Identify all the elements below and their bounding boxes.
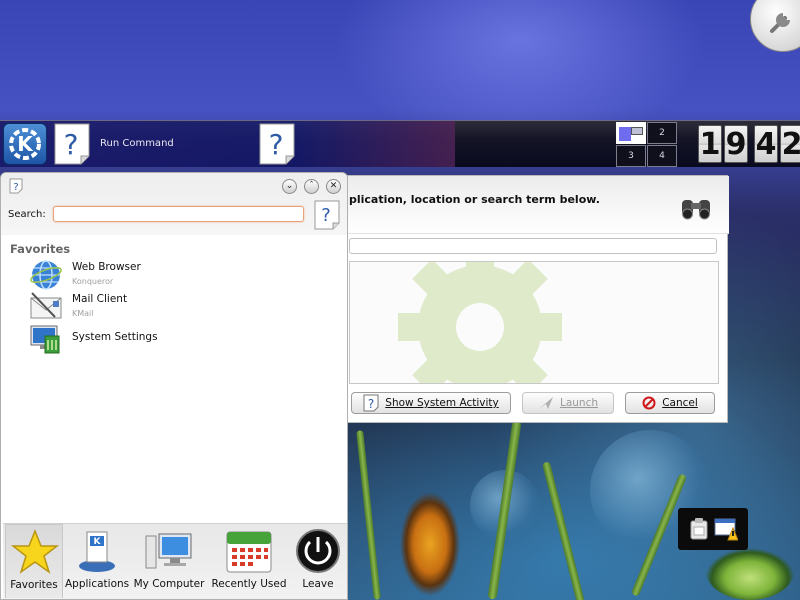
wallpaper-stem [356,430,381,600]
calendar-icon [226,531,272,573]
power-icon [296,529,340,573]
tab-label: Recently Used [211,578,287,590]
favorite-name: Web Browser [72,261,141,273]
favorite-subtitle: KMail [72,309,94,318]
svg-text:?: ? [64,128,79,161]
taskbar-panel: K ? Run Command ? 2 3 4 1 9 4 2 [0,120,800,167]
favorite-name: Mail Client [72,293,128,305]
svg-text:K: K [94,537,102,547]
run-command-input[interactable] [349,238,717,254]
cancel-icon [642,396,656,410]
updates-icon[interactable] [714,517,738,541]
wallpaper-stem [541,461,587,600]
clock-digit: 1 [698,125,722,163]
kickoff-menu: ? ⌄ ˆ ✕ Search: ? Favorites Web Browser … [0,172,348,600]
clock-digit: 4 [754,125,778,163]
tab-favorites[interactable]: Favorites [5,524,63,598]
applications-icon: K [79,531,115,572]
flip-clock[interactable]: 1 9 4 2 [698,123,800,165]
kickoff-header: ? ⌄ ˆ ✕ Search: ? [1,173,347,235]
search-help-icon[interactable]: ? [314,200,340,230]
unknown-document-icon: ? [363,394,379,412]
svg-text:?: ? [13,182,18,193]
cancel-button[interactable]: Cancel [625,392,715,414]
section-title: Favorites [10,242,71,256]
settings-icon [30,325,60,354]
pager-desktop-3[interactable]: 3 [616,145,646,167]
unknown-document-icon: ? [259,123,295,165]
run-command-header: plication, location or search term below… [339,176,729,234]
chevron-down-icon[interactable]: ⌄ [282,179,297,194]
close-icon[interactable]: ✕ [326,179,341,194]
show-system-activity-button[interactable]: ? Show System Activity [351,392,511,414]
launch-label: Launch [559,397,599,409]
tab-applications[interactable]: K Applications [65,524,129,598]
chevron-up-icon[interactable]: ˆ [304,179,319,194]
pager-window-preview [619,127,631,141]
tab-label: Applications [65,578,130,590]
computer-icon [145,533,192,569]
search-label: Search: [8,209,46,220]
system-tray [678,508,748,550]
pager-desktop-2[interactable]: 2 [647,122,677,144]
search-input[interactable] [53,206,304,222]
binoculars-icon [682,200,710,220]
tab-recently-used[interactable]: Recently Used [209,524,289,598]
tab-my-computer[interactable]: My Computer [133,524,205,598]
svg-text:?: ? [269,128,284,161]
run-command-results-area[interactable] [349,261,719,384]
task-run-command-label[interactable]: Run Command [100,138,174,149]
svg-text:K: K [17,132,34,156]
user-avatar-icon: ? [9,178,23,194]
task-run-command-icon[interactable]: ? [54,123,90,165]
favorite-item-web-browser[interactable]: Web Browser Konqueror [29,259,329,291]
tab-leave[interactable]: Leave [291,524,345,598]
mail-icon [30,292,62,319]
star-icon [11,529,59,574]
svg-text:?: ? [368,397,374,411]
pager-desktop-4[interactable]: 4 [647,145,677,167]
favorite-item-system-settings[interactable]: System Settings [29,323,329,355]
kickoff-launcher-button[interactable]: K [3,123,47,165]
desktop-pager: 2 3 4 [616,122,678,167]
launch-button[interactable]: Launch [522,392,614,414]
tab-label: My Computer [133,578,205,590]
clipboard-icon[interactable] [688,517,710,541]
run-command-prompt: plication, location or search term below… [349,193,600,206]
pager-desktop-1[interactable] [616,122,646,144]
gear-watermark-icon [398,262,562,383]
launch-arrow-icon [538,397,553,409]
globe-icon [30,260,62,290]
unknown-document-icon: ? [54,123,90,165]
favorite-name: System Settings [72,331,158,343]
panel-highlight [300,121,455,167]
kickoff-tab-bar: Favorites K Applications My Computer Rec… [3,523,347,599]
kde-logo-icon: K [9,128,41,160]
favorite-subtitle: Konqueror [72,277,114,286]
show-system-activity-label: Show System Activity [385,397,499,409]
clock-digit: 9 [724,125,748,163]
run-command-dialog: plication, location or search term below… [338,175,729,423]
favorite-item-mail-client[interactable]: Mail Client KMail [29,291,329,323]
clock-digit: 2 [780,125,800,163]
pager-window-preview [631,127,643,135]
wrench-icon [770,13,790,33]
svg-text:?: ? [321,205,331,226]
tab-label: Leave [302,578,334,590]
wallpaper-orange-flower [395,488,465,600]
task-kickoff-icon[interactable]: ? [259,123,295,165]
tab-label: Favorites [10,579,58,591]
cancel-label: Cancel [662,397,698,409]
